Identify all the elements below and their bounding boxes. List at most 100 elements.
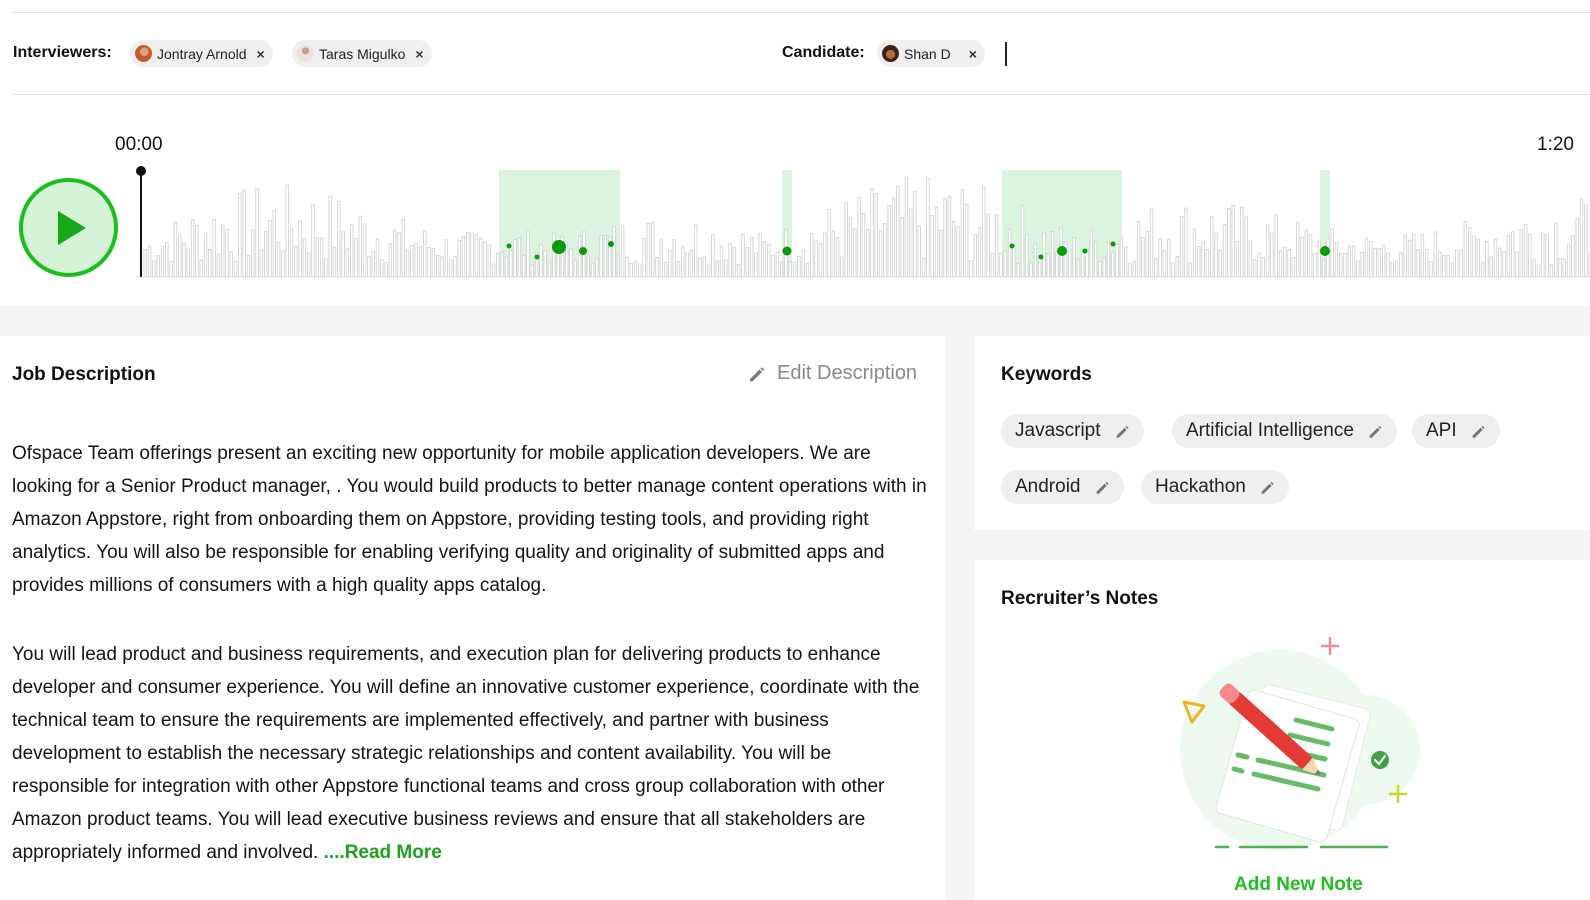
waveform-bar xyxy=(1493,238,1498,278)
waveform-bar xyxy=(745,247,749,278)
interviewer-chip-taras-migulko[interactable]: Taras Migulko × xyxy=(292,40,432,67)
remove-interviewer-close-icon[interactable]: × xyxy=(415,46,423,62)
add-new-note-link[interactable]: Add New Note xyxy=(1234,874,1363,896)
waveform-bar xyxy=(1042,231,1046,278)
waveform-bar xyxy=(1523,223,1528,278)
waveform-bar xyxy=(272,210,276,278)
waveform-bar xyxy=(1369,240,1373,278)
waveform-bar xyxy=(169,260,173,278)
waveform-bar xyxy=(440,256,444,278)
keyword-chip-hackathon[interactable]: Hackathon xyxy=(1141,470,1289,504)
waveform-bar xyxy=(1394,260,1399,278)
text-cursor[interactable] xyxy=(1005,42,1007,66)
waveform-bar xyxy=(431,248,436,278)
waveform-bar xyxy=(599,235,603,278)
end-time: 1:20 xyxy=(1537,134,1574,155)
audio-waveform[interactable] xyxy=(0,160,1590,280)
waveform-bar xyxy=(496,252,500,278)
keyword-chip-android[interactable]: Android xyxy=(1001,470,1124,504)
waveform-bar xyxy=(672,239,676,278)
waveform-bar xyxy=(410,245,414,278)
waveform-bar xyxy=(1240,206,1244,278)
waveform-bar xyxy=(715,260,719,278)
interviewer-chip-jontray-arnold[interactable]: Jontray Arnold × xyxy=(130,40,273,67)
waveform-bar xyxy=(1571,234,1575,278)
waveform-bar xyxy=(805,263,810,278)
waveform-bar xyxy=(1498,247,1502,278)
waveform-bar xyxy=(294,245,298,278)
remove-candidate-close-icon[interactable]: × xyxy=(969,46,977,62)
waveform-bar xyxy=(1425,249,1429,278)
waveform-bar xyxy=(1296,222,1300,278)
waveform-bar xyxy=(1098,260,1102,278)
waveform-bar xyxy=(629,262,633,278)
pencil-icon[interactable] xyxy=(1260,480,1275,495)
keyword-chip-javascript[interactable]: Javascript xyxy=(1001,414,1144,448)
waveform-marker xyxy=(1009,243,1015,249)
waveform-bar xyxy=(1033,243,1038,278)
pencil-icon[interactable] xyxy=(1095,480,1110,495)
waveform-bar xyxy=(306,252,311,278)
waveform-bar xyxy=(220,224,225,278)
candidate-chip-shan-d[interactable]: Shan D × xyxy=(877,40,985,67)
waveform-bar xyxy=(1364,238,1369,278)
waveform-bar xyxy=(771,255,775,278)
waveform-bar xyxy=(1287,249,1291,278)
waveform-bar xyxy=(565,245,569,278)
waveform-bar xyxy=(349,223,354,278)
pencil-icon[interactable] xyxy=(1368,424,1383,439)
waveform-bar xyxy=(186,248,190,278)
waveform-bar xyxy=(1218,249,1222,278)
waveform-bar xyxy=(1304,230,1308,278)
waveform-bar xyxy=(263,230,268,278)
waveform-bar xyxy=(676,261,681,278)
waveform-bar xyxy=(1562,258,1566,278)
pencil-icon[interactable] xyxy=(1471,424,1486,439)
waveform-bar xyxy=(1334,242,1339,278)
avatar xyxy=(297,45,314,62)
waveform-bar xyxy=(466,231,470,278)
waveform-bar xyxy=(874,193,878,278)
waveform-bar xyxy=(160,246,165,278)
waveform-bar xyxy=(1283,247,1287,278)
waveform-bar xyxy=(603,235,608,278)
waveform-bar xyxy=(208,249,212,278)
waveform-bar xyxy=(392,229,397,278)
keyword-chip-api[interactable]: API xyxy=(1412,414,1500,448)
waveform-bar xyxy=(1106,241,1111,278)
waveform-bar xyxy=(896,185,900,278)
waveform-bar xyxy=(1360,251,1364,278)
waveform-bar xyxy=(152,260,156,278)
waveform-bar xyxy=(358,215,362,278)
waveform-bar xyxy=(539,244,543,278)
edit-description-button[interactable]: Edit Description xyxy=(748,362,917,385)
waveform-bar xyxy=(281,250,285,278)
waveform-bar xyxy=(1076,258,1081,278)
waveform-bar xyxy=(1149,208,1154,278)
waveform-bar xyxy=(1093,241,1098,278)
waveform-bar xyxy=(982,186,986,278)
read-more-link[interactable]: ....Read More xyxy=(324,842,442,863)
edit-description-label: Edit Description xyxy=(777,362,918,384)
waveform-bar xyxy=(448,260,453,278)
waveform-bar xyxy=(1046,253,1050,278)
pencil-icon xyxy=(750,366,765,381)
remove-interviewer-close-icon[interactable]: × xyxy=(257,46,265,62)
waveform-bar xyxy=(964,203,969,278)
waveform-bar xyxy=(397,232,401,278)
waveform-bar xyxy=(173,221,178,278)
waveform-bar xyxy=(1330,228,1334,278)
waveform-bar xyxy=(1210,216,1214,278)
waveform-bar xyxy=(513,239,517,278)
waveform-bar xyxy=(1119,237,1124,278)
waveform-bar xyxy=(212,219,216,278)
waveform-bar xyxy=(1308,234,1313,278)
keyword-chip-artificial-intelligence[interactable]: Artificial Intelligence xyxy=(1172,414,1397,448)
pencil-icon[interactable] xyxy=(1115,424,1130,439)
waveform-bar xyxy=(870,187,874,278)
waveform-bar xyxy=(1541,232,1545,278)
waveform-bar xyxy=(1450,262,1455,278)
waveform-bar xyxy=(1386,252,1390,278)
waveform-bar xyxy=(1412,233,1416,278)
waveform-bar xyxy=(216,253,221,278)
